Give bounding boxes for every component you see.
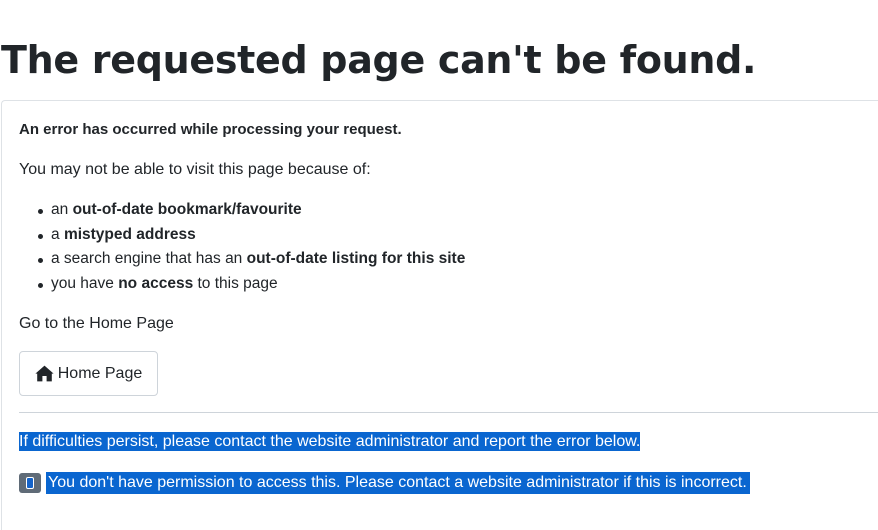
home-icon: [35, 365, 54, 382]
reason-emphasis: out-of-date bookmark/favourite: [72, 201, 302, 218]
persist-message: If difficulties persist, please contact …: [19, 432, 641, 452]
reason-text: a: [51, 225, 64, 243]
reason-text: a search engine that has an: [51, 250, 247, 267]
permission-message-text: You don't have permission to access this…: [46, 472, 750, 494]
list-item: a mistyped address: [19, 223, 465, 248]
persist-message-text: If difficulties persist, please contact …: [19, 432, 641, 451]
list-item: an out-of-date bookmark/favourite: [19, 198, 465, 223]
info-icon: [19, 473, 41, 493]
goto-home-text: Go to the Home Page: [19, 315, 174, 332]
error-card: An error has occurred while processing y…: [1, 100, 878, 530]
error-heading: An error has occurred while processing y…: [19, 121, 402, 138]
page-title: The requested page can't be found.: [1, 38, 757, 82]
divider: [19, 412, 878, 413]
reasons-list: an out-of-date bookmark/favourite a mist…: [19, 198, 465, 296]
list-item: you have no access to this page: [19, 272, 465, 297]
reasons-intro: You may not be able to visit this page b…: [19, 161, 371, 178]
home-page-button-label: Home Page: [57, 364, 143, 382]
reason-emphasis: out-of-date listing for this site: [246, 250, 466, 267]
list-item: a search engine that has an out-of-date …: [19, 247, 465, 272]
home-page-button[interactable]: Home Page: [19, 351, 158, 396]
permission-message: You don't have permission to access this…: [19, 472, 750, 494]
reason-text: to this page: [193, 274, 278, 292]
reason-text: you have: [51, 274, 119, 292]
reason-emphasis: no access: [118, 274, 194, 292]
reason-text: an: [51, 201, 73, 218]
reason-emphasis: mistyped address: [63, 225, 196, 243]
